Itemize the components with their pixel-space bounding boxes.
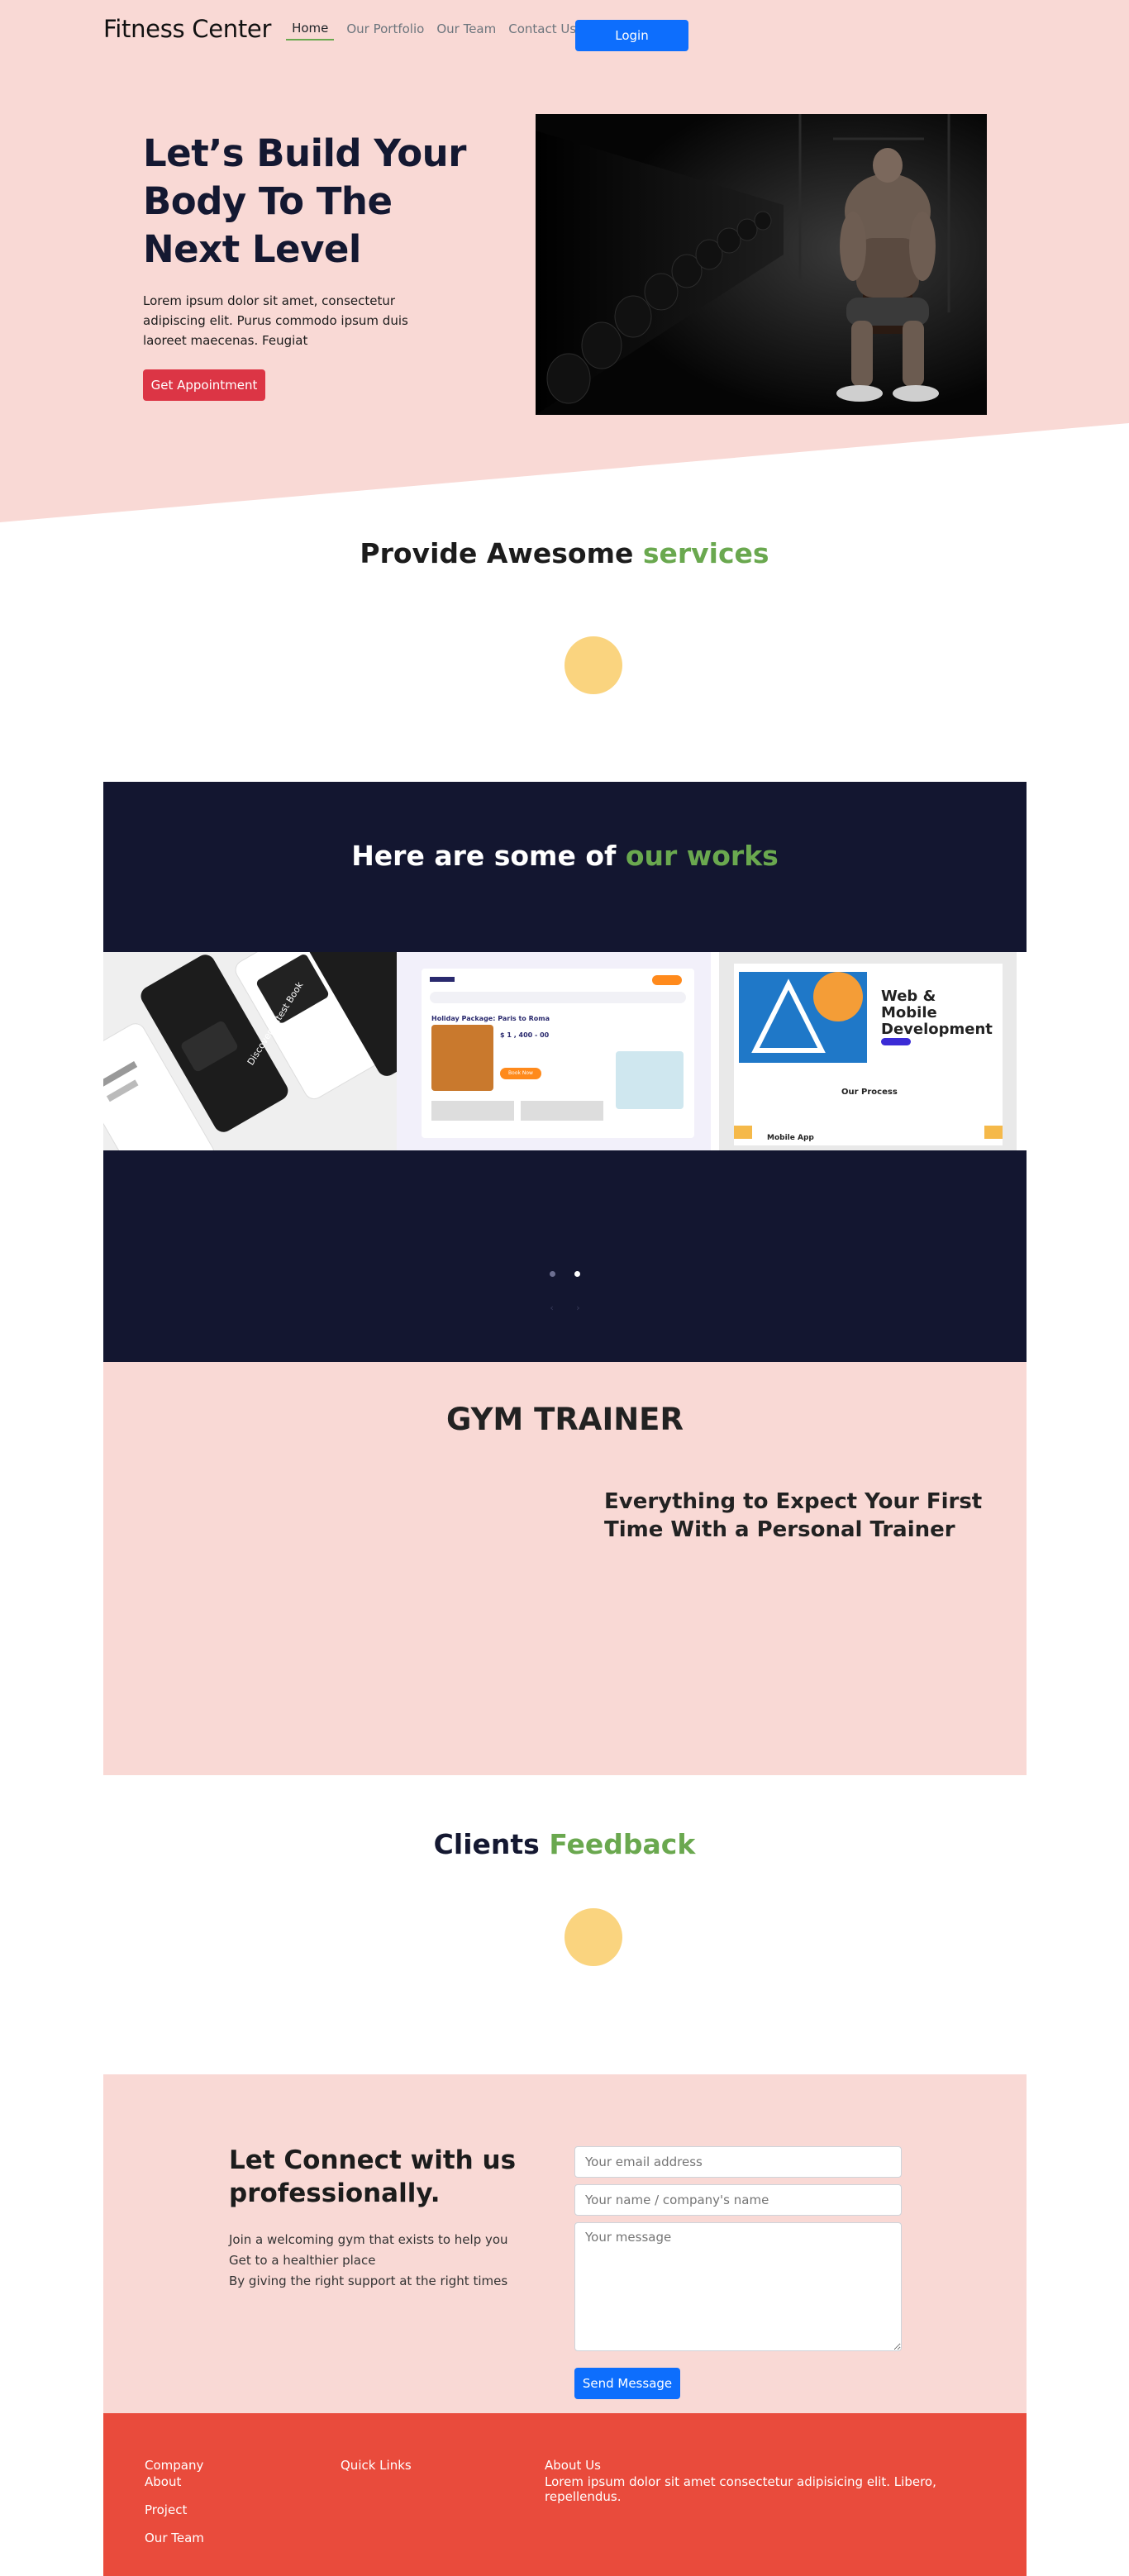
- footer-company-heading: Company: [145, 2458, 204, 2473]
- work-card-book-app[interactable]: Discover Latest Book: [103, 952, 451, 1150]
- travel-price: $ 1 , 400 - 00: [500, 1031, 550, 1039]
- footer-link-team[interactable]: Our Team: [145, 2531, 204, 2545]
- book-now-button: Book Now: [500, 1068, 541, 1079]
- message-field[interactable]: [574, 2222, 902, 2351]
- footer: Company About Project Our Team Quick Lin…: [103, 2413, 1027, 2576]
- name-field[interactable]: [574, 2184, 902, 2216]
- brand-logo[interactable]: Fitness Center: [103, 15, 271, 43]
- web-dev-hero-art: [739, 972, 867, 1063]
- footer-about-text: Lorem ipsum dolor sit amet consectetur a…: [545, 2474, 936, 2504]
- contact-section: Let Connect with us professionally. Join…: [103, 2074, 1027, 2413]
- web-dev-cta: [881, 1038, 911, 1045]
- travel-signup-button: [652, 975, 682, 985]
- book-app-mockup: [103, 952, 451, 1150]
- works-carousel[interactable]: Discover Latest Book Holiday Package: Pa…: [103, 952, 1027, 1150]
- services-heading-accent: services: [642, 537, 769, 569]
- services-heading: Provide Awesome services: [0, 537, 1129, 569]
- works-heading-plain: Here are some of: [351, 840, 617, 872]
- nav-link-home[interactable]: Home: [286, 17, 335, 40]
- feedback-heading-plain: Clients: [433, 1828, 540, 1860]
- footer-link-project[interactable]: Project: [145, 2502, 204, 2517]
- travel-map: [616, 1051, 684, 1109]
- navbar: Fitness Center Home Our Portfolio Our Te…: [103, 15, 588, 43]
- works-heading: Here are some of our works: [103, 840, 1027, 872]
- web-dev-window: Web & Mobile Development Our Process Mob…: [734, 964, 1003, 1145]
- send-message-button[interactable]: Send Message: [574, 2368, 680, 2399]
- hero-image: [536, 114, 987, 415]
- carousel-next-icon[interactable]: ›: [576, 1302, 579, 1313]
- hero-description: Lorem ipsum dolor sit amet, consectetur …: [143, 293, 408, 348]
- footer-quick-links-column: Quick Links: [341, 2458, 412, 2486]
- hotel-row-2: [521, 1101, 603, 1121]
- feedback-heading-accent: Feedback: [549, 1828, 696, 1860]
- works-heading-accent: our works: [625, 840, 779, 872]
- carousel-dot-2[interactable]: [574, 1271, 581, 1277]
- carousel-dot-1[interactable]: [549, 1271, 555, 1277]
- services-loading-dot: [564, 636, 622, 694]
- triangle-logo-art: [751, 972, 863, 1053]
- trainer-section: GYM TRAINER Everything to Expect Your Fi…: [103, 1362, 1027, 1775]
- our-process-label: Our Process: [841, 1088, 898, 1097]
- travel-search-bar: [430, 992, 686, 1003]
- nav-link-portfolio[interactable]: Our Portfolio: [346, 17, 424, 41]
- nav-link-contact[interactable]: Contact Us: [508, 17, 576, 41]
- footer-quick-links-heading: Quick Links: [341, 2458, 412, 2473]
- hotel-row-1: [431, 1101, 514, 1121]
- web-dev-accent-right: [984, 1126, 1003, 1139]
- footer-about-heading: About Us: [545, 2458, 601, 2473]
- work-card-2-heading: Holiday Package: Paris to Roma: [431, 1015, 550, 1022]
- nav-link-team[interactable]: Our Team: [436, 17, 496, 41]
- gym-athlete-illustration: [536, 114, 987, 415]
- travel-app-window: Holiday Package: Paris to Roma $ 1 , 400…: [422, 969, 694, 1138]
- get-appointment-button[interactable]: Get Appointment: [143, 369, 265, 401]
- contact-description: Join a welcoming gym that exists to help…: [229, 2230, 526, 2292]
- work-card-web-dev[interactable]: Web & Mobile Development Our Process Mob…: [719, 952, 1017, 1150]
- contact-heading: Let Connect with us professionally.: [229, 2145, 517, 2208]
- work-card-travel-app[interactable]: Holiday Package: Paris to Roma $ 1 , 400…: [397, 952, 711, 1150]
- carousel-indicators: [103, 1264, 1027, 1280]
- contact-line-3: By giving the right support at the right…: [229, 2274, 508, 2288]
- footer-about-column: About Us Lorem ipsum dolor sit amet cons…: [545, 2458, 1008, 2517]
- carousel-controls: ‹ ›: [103, 1302, 1027, 1313]
- web-dev-accent-left: [734, 1126, 752, 1139]
- trainer-subheading: Everything to Expect Your First Time Wit…: [604, 1489, 983, 1542]
- footer-company-column: Company About Project Our Team: [145, 2458, 204, 2559]
- email-field[interactable]: [574, 2146, 902, 2178]
- footer-link-about[interactable]: About: [145, 2474, 204, 2489]
- carousel-prev-icon[interactable]: ‹: [550, 1302, 553, 1313]
- work-card-3-heading: Web & Mobile Development: [881, 988, 993, 1038]
- hero-title: Let’s Build Your Body To The Next Level: [143, 131, 466, 271]
- services-heading-plain: Provide Awesome: [360, 537, 634, 569]
- contact-line-1: Join a welcoming gym that exists to help…: [229, 2232, 508, 2247]
- feedback-loading-dot: [564, 1908, 622, 1966]
- feedback-heading: Clients Feedback: [0, 1828, 1129, 1860]
- travel-photo: [431, 1025, 493, 1091]
- login-button[interactable]: Login: [575, 20, 688, 51]
- mobile-app-label: Mobile App: [767, 1134, 814, 1142]
- contact-line-2: Get to a healthier place: [229, 2253, 376, 2268]
- trainer-heading: GYM TRAINER: [446, 1402, 684, 1437]
- travel-logo: [430, 977, 455, 982]
- works-section: Here are some of our works Discover Late…: [103, 782, 1027, 1362]
